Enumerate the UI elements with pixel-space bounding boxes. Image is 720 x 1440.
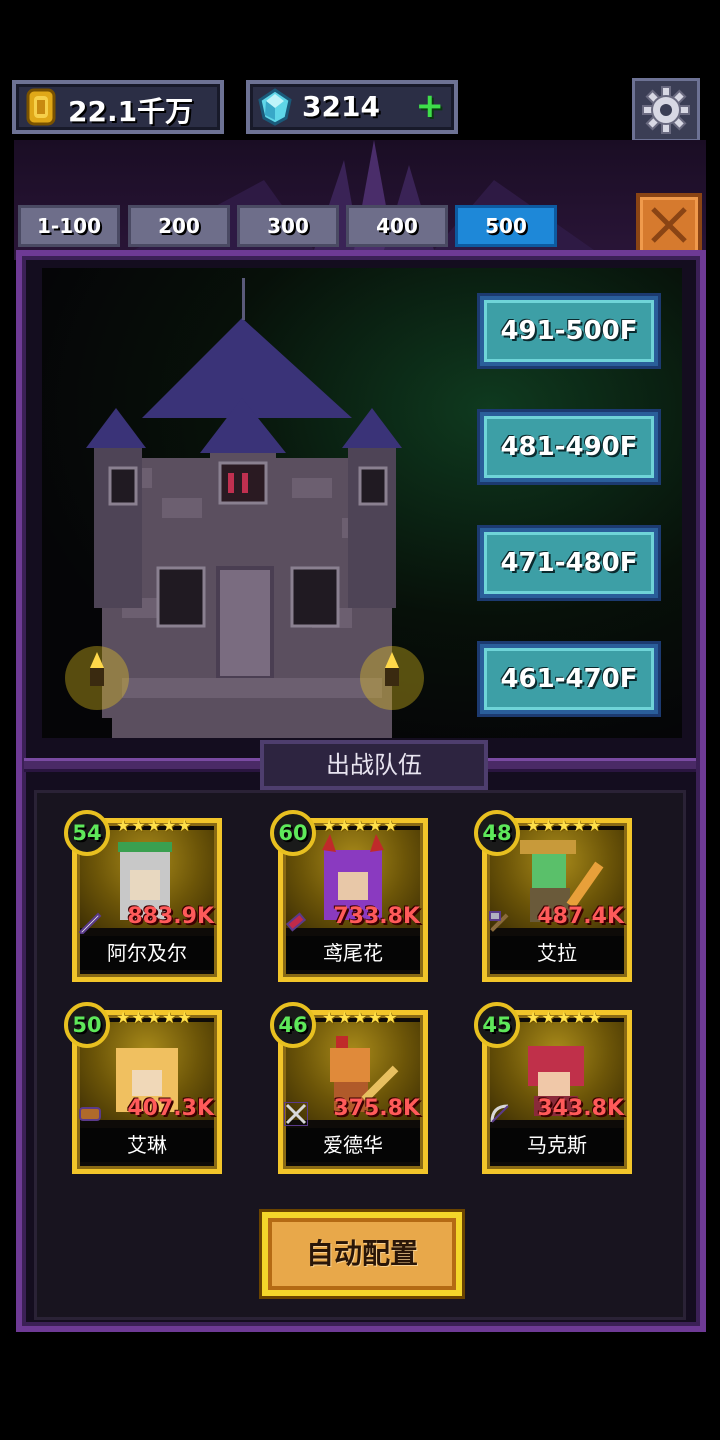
hero-stars: ★★★★★ bbox=[322, 1008, 399, 1027]
floor-481-490-button[interactable]: 481-490F bbox=[480, 412, 658, 482]
hero-card[interactable]: 46 ★★★★★ 375.8K 爱德华 bbox=[270, 1002, 428, 1174]
hero-power: 407.3K bbox=[127, 1096, 214, 1121]
hero-power: 733.8K bbox=[333, 904, 420, 929]
tab-300[interactable]: 300 bbox=[237, 205, 339, 247]
hero-power: 343.8K bbox=[537, 1096, 624, 1121]
add-gems-button[interactable]: + bbox=[416, 86, 445, 126]
floor-491-500-button[interactable]: 491-500F bbox=[480, 296, 658, 366]
tab-200[interactable]: 200 bbox=[128, 205, 230, 247]
hero-card[interactable]: 54 ★★★★★ 883.9K 阿尔及尔 bbox=[64, 810, 222, 982]
team-title: 出战队伍 bbox=[260, 740, 488, 790]
hero-name: 艾拉 bbox=[490, 936, 624, 970]
top-bar: 22.1千万 3214 + bbox=[0, 70, 720, 145]
tab-500[interactable]: 500 bbox=[455, 205, 557, 247]
hero-card[interactable]: 48 ★★★★★ 487.4K 艾拉 bbox=[474, 810, 632, 982]
hero-level-badge: 60 bbox=[270, 810, 316, 856]
hero-level-badge: 50 bbox=[64, 1002, 110, 1048]
hero-name: 阿尔及尔 bbox=[80, 936, 214, 970]
gold-coin-icon bbox=[26, 88, 56, 126]
hero-card[interactable]: 45 ★★★★★ 343.8K 马克斯 bbox=[474, 1002, 632, 1174]
hero-stars: ★★★★★ bbox=[526, 816, 603, 835]
hero-card[interactable]: 50 ★★★★★ 407.3K 艾琳 bbox=[64, 1002, 222, 1174]
tab-1-100[interactable]: 1-100 bbox=[18, 205, 120, 247]
gem-counter: 3214 + bbox=[246, 80, 458, 134]
hero-level-badge: 45 bbox=[474, 1002, 520, 1048]
close-x-icon bbox=[651, 207, 687, 243]
hero-power: 883.9K bbox=[127, 904, 214, 929]
hero-name: 马克斯 bbox=[490, 1128, 624, 1162]
gold-amount: 22.1千万 bbox=[68, 95, 194, 128]
hero-level-badge: 46 bbox=[270, 1002, 316, 1048]
hero-power: 487.4K bbox=[537, 904, 624, 929]
settings-button[interactable] bbox=[632, 78, 700, 142]
tab-400[interactable]: 400 bbox=[346, 205, 448, 247]
auto-configure-button[interactable]: 自动配置 bbox=[262, 1212, 462, 1296]
hero-power: 375.8K bbox=[333, 1096, 420, 1121]
diamond-icon bbox=[258, 88, 292, 126]
hero-card[interactable]: 60 ★★★★★ 733.8K 鸢尾花 bbox=[270, 810, 428, 982]
hero-stars: ★★★★★ bbox=[526, 1008, 603, 1027]
team-header: 出战队伍 bbox=[24, 738, 696, 792]
gold-counter: 22.1千万 bbox=[12, 80, 224, 134]
gem-amount: 3214 bbox=[302, 90, 380, 123]
hero-stars: ★★★★★ bbox=[116, 1008, 193, 1027]
hero-name: 艾琳 bbox=[80, 1128, 214, 1162]
floor-461-470-button[interactable]: 461-470F bbox=[480, 644, 658, 714]
hero-name: 爱德华 bbox=[286, 1128, 420, 1162]
hero-stars: ★★★★★ bbox=[116, 816, 193, 835]
floor-471-480-button[interactable]: 471-480F bbox=[480, 528, 658, 598]
close-button[interactable] bbox=[636, 193, 702, 257]
hero-level-badge: 48 bbox=[474, 810, 520, 856]
hero-stars: ★★★★★ bbox=[322, 816, 399, 835]
gear-icon bbox=[642, 86, 690, 134]
hero-name: 鸢尾花 bbox=[286, 936, 420, 970]
hero-level-badge: 54 bbox=[64, 810, 110, 856]
